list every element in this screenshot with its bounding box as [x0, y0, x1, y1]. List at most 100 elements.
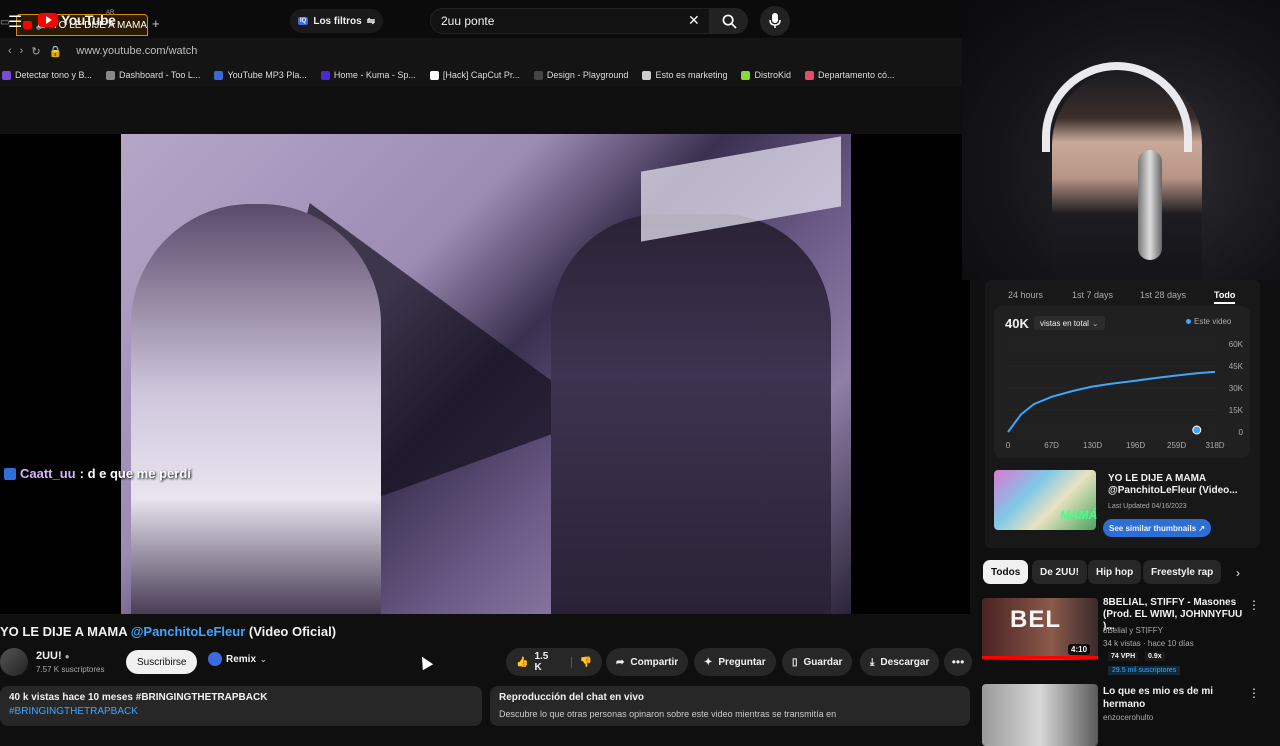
- share-label: Compartir: [630, 656, 679, 668]
- bookmark-item[interactable]: Dashboard - Too L...: [106, 70, 200, 80]
- bookmark-label: Home - Kuma - Sp...: [333, 70, 416, 80]
- chart-x-tick: 0: [1006, 441, 1011, 450]
- chat-message: : d e que me perdí: [79, 466, 191, 481]
- watch-progress-bar: [982, 656, 1098, 659]
- recommended-thumbnail-text: BEL: [1010, 606, 1061, 633]
- subscribe-button[interactable]: Suscribirse: [126, 650, 198, 674]
- more-actions-button[interactable]: •••: [944, 648, 972, 676]
- more-vertical-icon[interactable]: ⋮: [1248, 686, 1260, 700]
- video-frame-image[interactable]: [121, 134, 851, 614]
- hamburger-menu-icon[interactable]: ☰: [8, 12, 22, 32]
- download-button[interactable]: ⤓ Descargar: [860, 648, 940, 676]
- microphone-icon: [769, 13, 781, 28]
- chart-y-tick: 0: [1239, 428, 1244, 437]
- bookmark-item[interactable]: Design - Playground: [533, 70, 628, 80]
- bookmark-favicon-icon: [533, 70, 543, 80]
- bookmark-item[interactable]: [Hack] CapCut Pr...: [429, 70, 520, 80]
- chevron-down-icon: ⌄: [260, 654, 267, 664]
- description-box[interactable]: 40 k vistas hace 10 meses #BRINGINGTHETR…: [0, 686, 482, 726]
- clear-search-icon[interactable]: ✕: [688, 12, 700, 29]
- range-tab-7-days[interactable]: 1st 7 days: [1072, 290, 1113, 300]
- chart-x-tick: 67D: [1044, 441, 1059, 450]
- verified-icon: ●: [64, 652, 70, 661]
- bookmark-favicon-icon: [804, 70, 814, 80]
- thumbs-up-icon: 👍: [516, 656, 529, 668]
- video-title-suffix: (Video Oficial): [245, 624, 337, 639]
- recommended-thumbnail[interactable]: [982, 684, 1098, 746]
- range-tab-28-days[interactable]: 1st 28 days: [1140, 290, 1186, 300]
- reload-icon[interactable]: ↻: [31, 45, 40, 58]
- video-duration: 4:10: [1068, 644, 1091, 655]
- similar-thumbnails-button[interactable]: See similar thumbnails ↗: [1103, 519, 1212, 537]
- chip-de-2uu[interactable]: De 2UU!: [1032, 560, 1087, 584]
- bookmark-favicon-icon: [2, 70, 11, 80]
- bookmark-label: Esto es marketing: [655, 70, 728, 80]
- country-code: AR: [106, 10, 115, 16]
- recommended-channel[interactable]: 8Belial y STIFFY: [1103, 626, 1163, 635]
- search-input[interactable]: 2uu ponte: [430, 8, 710, 34]
- search-button[interactable]: [710, 8, 748, 34]
- bookmark-favicon-icon: [106, 70, 116, 80]
- stats-card-updated: Last Updated 04/16/2023: [1108, 503, 1187, 510]
- video-title-mention-link[interactable]: @PanchitoLeFleur: [131, 624, 246, 639]
- ask-button[interactable]: ✦ Preguntar: [694, 648, 776, 676]
- remix-label: Remix: [226, 653, 257, 665]
- bookmark-item[interactable]: Esto es marketing: [642, 70, 727, 80]
- remix-button[interactable]: Remix ⌄: [208, 652, 267, 666]
- stats-card-title: YO LE DIJE A MAMA @PanchitoLeFleur (Vide…: [1108, 473, 1238, 496]
- bookmark-item[interactable]: Home - Kuma - Sp...: [320, 70, 416, 80]
- bookmark-item[interactable]: Detectar tono y B...: [2, 70, 92, 80]
- bookmark-item[interactable]: YouTube MP3 Pla...: [214, 70, 307, 80]
- streamer-webcam: [962, 0, 1280, 280]
- chevron-down-icon: ⌄: [1091, 318, 1099, 328]
- save-label: Guardar: [803, 656, 843, 668]
- legend-label: Este video: [1194, 317, 1232, 326]
- channel-name[interactable]: 2UU! ●: [36, 650, 70, 662]
- channel-name-text: 2UU!: [36, 650, 62, 662]
- range-tab-all[interactable]: Todo: [1214, 290, 1236, 304]
- bookmark-item[interactable]: Departamento có...: [804, 70, 895, 80]
- headphones-icon: [1042, 62, 1192, 152]
- range-tab-24-hours[interactable]: 24 hours: [1008, 290, 1043, 300]
- bookmark-label: YouTube MP3 Pla...: [227, 70, 307, 80]
- bookmark-favicon-icon: [642, 70, 652, 80]
- like-button[interactable]: 👍 1.5 K 👎: [506, 648, 602, 676]
- chip-hip-hop[interactable]: Hip hop: [1088, 560, 1142, 584]
- recommended-title[interactable]: Lo que es mio es de mi hermano: [1103, 685, 1243, 711]
- description-stats: 40 k vistas hace 10 meses #BRINGINGTHETR…: [9, 692, 268, 703]
- chip-todos[interactable]: Todos: [983, 560, 1029, 584]
- youtube-header: [0, 86, 962, 130]
- chat-username: Caatt_uu: [20, 466, 76, 481]
- channel-avatar[interactable]: [0, 648, 28, 676]
- views-metric-label: vistas en total: [1040, 318, 1089, 328]
- like-count: 1.5 K: [534, 651, 549, 673]
- url-field[interactable]: www.youtube.com/watch: [76, 45, 197, 57]
- save-button[interactable]: ▯ Guardar: [782, 648, 853, 676]
- description-hashtag[interactable]: #BRINGINGTHETRAPBACK: [9, 706, 473, 717]
- chat-replay-box[interactable]: Reproducción del chat en vivo Descubre l…: [490, 686, 970, 726]
- bookmark-label: DistroKid: [754, 70, 791, 80]
- bookmark-item[interactable]: DistroKid: [741, 70, 791, 80]
- chevron-right-icon[interactable]: ›: [1236, 566, 1240, 580]
- chat-replay-description: Descubre lo que otras personas opinaron …: [499, 709, 837, 719]
- more-vertical-icon[interactable]: ⋮: [1248, 598, 1260, 612]
- chip-freestyle-rap[interactable]: Freestyle rap: [1143, 560, 1222, 584]
- sparkle-icon: ✦: [704, 656, 713, 668]
- youtube-logo[interactable]: YouTube: [38, 12, 116, 28]
- back-icon[interactable]: ‹: [8, 45, 12, 57]
- lock-icon[interactable]: 🔒: [49, 45, 63, 58]
- chart-publish-marker[interactable]: [1192, 425, 1202, 435]
- views-metric-select[interactable]: vistas en total ⌄: [1034, 316, 1105, 330]
- filters-button[interactable]: IQ Los filtros ⇋: [290, 9, 384, 33]
- forward-icon[interactable]: ›: [20, 45, 24, 57]
- recommended-channel[interactable]: enzocerohulto: [1103, 713, 1153, 722]
- share-button[interactable]: ➦ Compartir: [606, 648, 689, 676]
- dislike-icon[interactable]: 👎: [570, 656, 592, 668]
- ratio-badge: 0.9x: [1145, 652, 1165, 661]
- chart-y-tick: 45K: [1229, 362, 1244, 371]
- bookmark-favicon-icon: [429, 70, 439, 80]
- new-tab-button[interactable]: +: [152, 16, 160, 31]
- voice-search-button[interactable]: [760, 6, 790, 36]
- filters-badge: IQ: [298, 17, 309, 25]
- sliders-icon: ⇋: [366, 15, 376, 27]
